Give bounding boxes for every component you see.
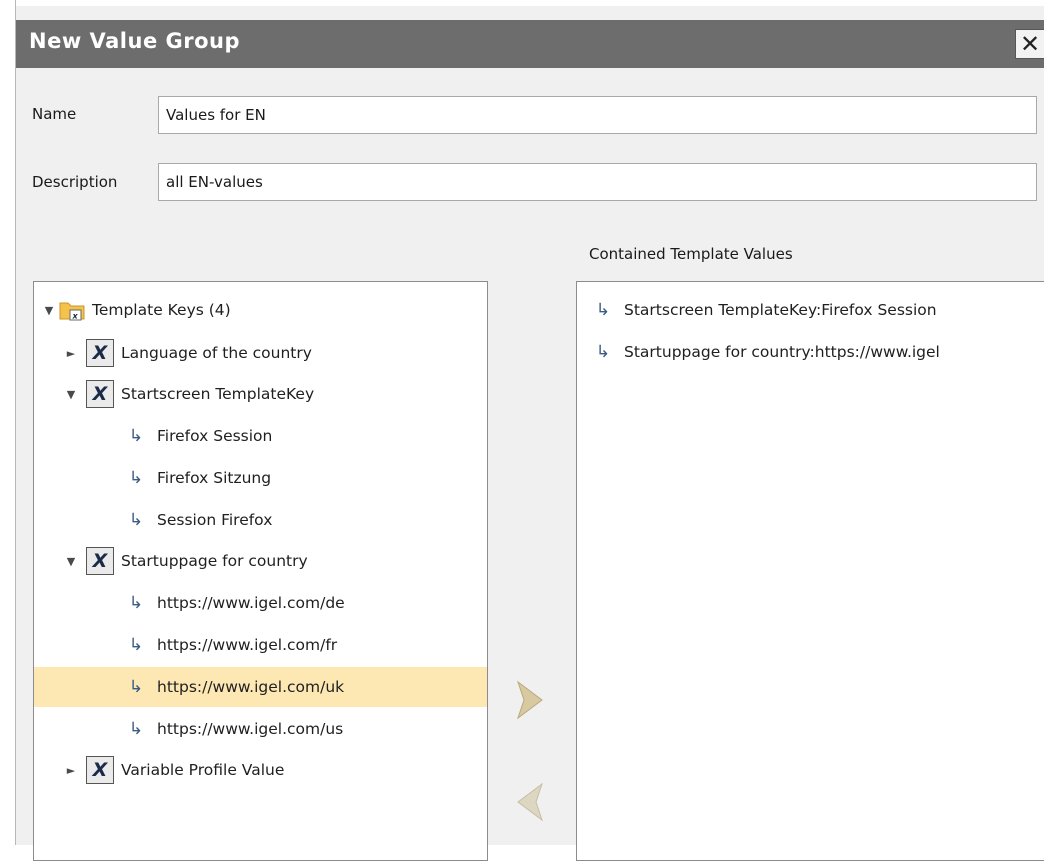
template-key-icon: X xyxy=(86,380,114,408)
template-keys-tree[interactable]: ▼ x Template Keys (4) ► X Language of th… xyxy=(33,281,488,861)
tree-value[interactable]: ↳ Firefox Sitzung xyxy=(34,458,487,498)
value-arrow-icon: ↳ xyxy=(128,593,144,613)
expand-toggle-icon[interactable]: ▼ xyxy=(40,304,58,317)
tree-key-label: Startuppage for country xyxy=(121,552,308,570)
tree-key-label: Variable Profile Value xyxy=(121,761,285,779)
contained-value-label: Startscreen TemplateKey:Firefox Session xyxy=(624,301,937,319)
close-button[interactable]: ✕ xyxy=(1015,29,1044,59)
chevron-right-icon xyxy=(517,680,543,720)
tree-key[interactable]: ▼ X Startscreen TemplateKey xyxy=(34,374,487,414)
value-arrow-icon: ↳ xyxy=(128,468,144,488)
add-value-button[interactable] xyxy=(506,676,554,724)
tree-value-label: Firefox Sitzung xyxy=(157,469,272,487)
tree-root[interactable]: ▼ x Template Keys (4) xyxy=(34,290,487,330)
template-key-icon: X xyxy=(86,756,114,784)
value-arrow-icon: ↳ xyxy=(595,300,611,320)
value-arrow-icon: ↳ xyxy=(128,719,144,739)
tree-value[interactable]: ↳ https://www.igel.com/de xyxy=(34,583,487,623)
tree-value-label: Firefox Session xyxy=(157,427,273,445)
tree-value[interactable]: ↳ https://www.igel.com/us xyxy=(34,709,487,749)
close-icon: ✕ xyxy=(1019,30,1041,58)
tree-value[interactable]: ↳ Session Firefox xyxy=(34,500,487,540)
new-value-group-dialog: New Value Group ✕ Name Description Conta… xyxy=(15,0,1044,861)
tree-value[interactable]: ↳ https://www.igel.com/fr xyxy=(34,625,487,665)
tree-value-label: Session Firefox xyxy=(157,511,273,529)
value-arrow-icon: ↳ xyxy=(128,677,144,697)
value-arrow-icon: ↳ xyxy=(128,510,144,530)
tree-value-label: https://www.igel.com/us xyxy=(157,720,344,738)
expand-toggle-icon[interactable]: ► xyxy=(62,764,80,777)
tree-value-label: https://www.igel.com/uk xyxy=(157,678,345,696)
contained-value-item[interactable]: ↳ Startscreen TemplateKey:Firefox Sessio… xyxy=(577,290,1044,330)
dialog-title: New Value Group xyxy=(29,29,241,53)
collapse-toggle-icon[interactable]: ▼ xyxy=(62,555,80,568)
tree-value[interactable]: ↳ Firefox Session xyxy=(34,416,487,456)
chevron-left-icon xyxy=(517,782,543,822)
contained-value-item[interactable]: ↳ Startuppage for country:https://www.ig… xyxy=(577,332,1044,372)
tree-key-label: Language of the country xyxy=(121,344,312,362)
name-input[interactable] xyxy=(158,96,1037,134)
folder-icon: x xyxy=(58,297,86,323)
description-input[interactable] xyxy=(158,163,1037,201)
template-key-icon: X xyxy=(86,339,114,367)
expand-toggle-icon[interactable]: ► xyxy=(62,347,80,360)
tree-value-label: https://www.igel.com/fr xyxy=(157,636,338,654)
svg-text:x: x xyxy=(72,312,79,321)
value-arrow-icon: ↳ xyxy=(128,426,144,446)
template-key-icon: X xyxy=(86,547,114,575)
description-label: Description xyxy=(32,173,118,191)
tree-root-label: Template Keys (4) xyxy=(92,301,231,319)
tree-key[interactable]: ► X Language of the country xyxy=(34,333,487,373)
contained-value-label: Startuppage for country:https://www.igel xyxy=(624,343,940,361)
tree-value-selected[interactable]: ↳ https://www.igel.com/uk xyxy=(34,667,487,707)
tree-key-label: Startscreen TemplateKey xyxy=(121,385,315,403)
collapse-toggle-icon[interactable]: ▼ xyxy=(62,388,80,401)
contained-values-list[interactable]: ↳ Startscreen TemplateKey:Firefox Sessio… xyxy=(576,281,1044,861)
tree-key[interactable]: ► X Variable Profile Value xyxy=(34,750,487,790)
name-label: Name xyxy=(32,105,77,123)
remove-value-button[interactable] xyxy=(506,778,554,826)
value-arrow-icon: ↳ xyxy=(595,342,611,362)
value-arrow-icon: ↳ xyxy=(128,635,144,655)
dialog-title-bar[interactable]: New Value Group ✕ xyxy=(16,20,1044,68)
top-strip xyxy=(16,0,1044,6)
tree-key[interactable]: ▼ X Startuppage for country xyxy=(34,541,487,581)
contained-values-header: Contained Template Values xyxy=(589,245,793,263)
tree-value-label: https://www.igel.com/de xyxy=(157,594,345,612)
